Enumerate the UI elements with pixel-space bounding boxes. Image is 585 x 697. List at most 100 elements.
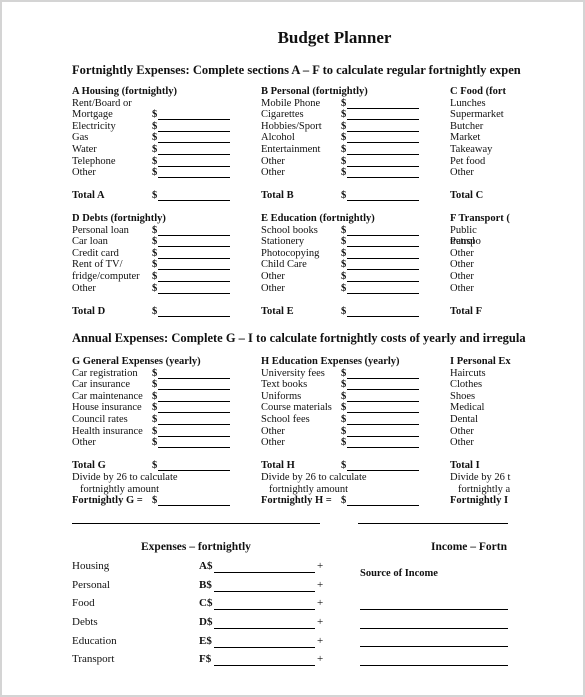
amount-field[interactable] [158, 257, 230, 259]
section-a-housing: A Housing (fortnightly) Rent/Board or Mo… [72, 86, 230, 202]
dollar-sign: $ [152, 390, 158, 402]
item-label: Council rates [72, 413, 128, 425]
section-heading: B Personal (fortnightly) [261, 86, 368, 97]
item-label: Car maintenance [72, 390, 143, 402]
dollar-sign: $ [341, 270, 347, 282]
item-label: Mobile Phone [261, 97, 321, 109]
amount-field[interactable] [158, 234, 230, 236]
section-heading: C Food (fort [450, 86, 506, 97]
summary-row-food: Food C$ + [72, 597, 332, 611]
total-field[interactable] [347, 315, 419, 317]
plus-sign: + [317, 653, 324, 665]
fortnightly-field[interactable] [347, 505, 419, 507]
summary-amount-field[interactable] [214, 665, 315, 666]
item-label: Rent of TV/ [72, 259, 123, 271]
item-label: Supermarket [450, 109, 504, 121]
item-label: Other [72, 437, 96, 449]
dollar-sign: $ [152, 495, 158, 507]
dollar-sign: $ [152, 425, 158, 437]
summary-label: Debts [72, 616, 98, 628]
amount-field[interactable] [158, 280, 230, 282]
dollar-sign: $ [341, 120, 347, 132]
item-label: House insurance [72, 402, 142, 414]
item-label: Cigarettes [261, 109, 304, 121]
item-label: Other [261, 282, 285, 294]
dollar-sign: $ [341, 109, 347, 121]
summary-row-cutoff: — — [72, 672, 322, 675]
item-label: Photocopying [261, 247, 320, 259]
amount-field[interactable] [347, 292, 419, 294]
dollar-sign: $ [341, 97, 347, 109]
section-h-education: H Education Expenses (yearly) University… [261, 356, 419, 507]
section-heading: F Transport ( [450, 213, 510, 224]
item-label: Other [261, 425, 285, 437]
total-label: Total C [450, 190, 484, 202]
divide-instruction: Divide by 26 to calculate [72, 471, 178, 483]
section-b-personal: B Personal (fortnightly) Mobile Phone $ C… [261, 86, 419, 202]
divider-line [72, 523, 320, 524]
item-label: School books [261, 224, 318, 236]
amount-field[interactable] [347, 177, 419, 179]
page-title: Budget Planner [277, 28, 392, 47]
item-label: Other [450, 167, 474, 179]
item-label: Personal loan [72, 224, 129, 236]
section-heading: E Education (fortnightly) [261, 213, 375, 224]
fortnightly-field[interactable] [158, 505, 230, 507]
income-source-field[interactable] [360, 628, 508, 629]
dollar-sign: $ [152, 132, 158, 144]
total-label: Total D [72, 305, 106, 317]
item-label: Gas [72, 132, 89, 144]
dollar-sign: $ [341, 460, 347, 472]
summary-amount-field[interactable] [214, 591, 315, 592]
item-label: Other [261, 167, 285, 179]
dollar-sign: $ [152, 247, 158, 259]
divide-instruction: Divide by 26 to calculate [261, 471, 367, 483]
amount-field[interactable] [158, 177, 230, 179]
summary-amount-field[interactable] [214, 647, 315, 648]
divide-instruction: fortnightly amount [269, 483, 349, 495]
fortnightly-label: Fortnightly I [450, 495, 509, 507]
divider-line [358, 523, 508, 524]
section-e-education: E Education (fortnightly) School books $ … [261, 213, 419, 317]
summary-amount-field[interactable] [214, 628, 315, 629]
section-d-debts: D Debts (fortnightly) Personal loan $ Car… [72, 213, 230, 317]
item-label: Other [450, 247, 474, 259]
divide-instruction: Divide by 26 t [450, 471, 511, 483]
summary-amount-field[interactable] [214, 572, 315, 573]
total-field[interactable] [158, 315, 230, 317]
item-label: Course materials [261, 402, 332, 414]
item-label: Car registration [72, 367, 138, 379]
summary-amount-field[interactable] [214, 609, 315, 610]
item-label: Market [450, 132, 481, 144]
item-label: Butcher [450, 120, 484, 132]
total-field[interactable] [158, 200, 230, 202]
income-summary-title: Income – Fortn [431, 541, 508, 553]
item-label: University fees [261, 367, 325, 379]
income-source-field[interactable] [360, 609, 508, 610]
dollar-sign: $ [341, 259, 347, 271]
summary-code: C$ [199, 597, 213, 609]
plus-sign: + [317, 560, 324, 572]
summary-label: Transport [72, 653, 115, 665]
amount-field[interactable] [158, 447, 230, 449]
summary-row-housing: Housing A$ + [72, 560, 332, 574]
item-label: Telephone [72, 155, 116, 167]
income-source-field[interactable] [360, 646, 508, 647]
income-source-field[interactable] [360, 665, 508, 666]
amount-field[interactable] [158, 269, 230, 271]
dollar-sign: $ [152, 120, 158, 132]
item-label: Credit card [72, 247, 119, 259]
expenses-summary-title: Expenses – fortnightly [141, 541, 251, 553]
amount-field[interactable] [347, 447, 419, 449]
amount-field[interactable] [158, 292, 230, 294]
amount-field[interactable] [158, 246, 230, 248]
dollar-sign: $ [152, 143, 158, 155]
dollar-sign: $ [341, 247, 347, 259]
total-label: Total I [450, 460, 480, 472]
dollar-sign: $ [341, 143, 347, 155]
item-label: Dental [450, 413, 478, 425]
total-label: Total A [72, 190, 105, 202]
total-field[interactable] [347, 200, 419, 202]
dollar-sign: $ [341, 390, 347, 402]
item-label: Other [261, 155, 285, 167]
